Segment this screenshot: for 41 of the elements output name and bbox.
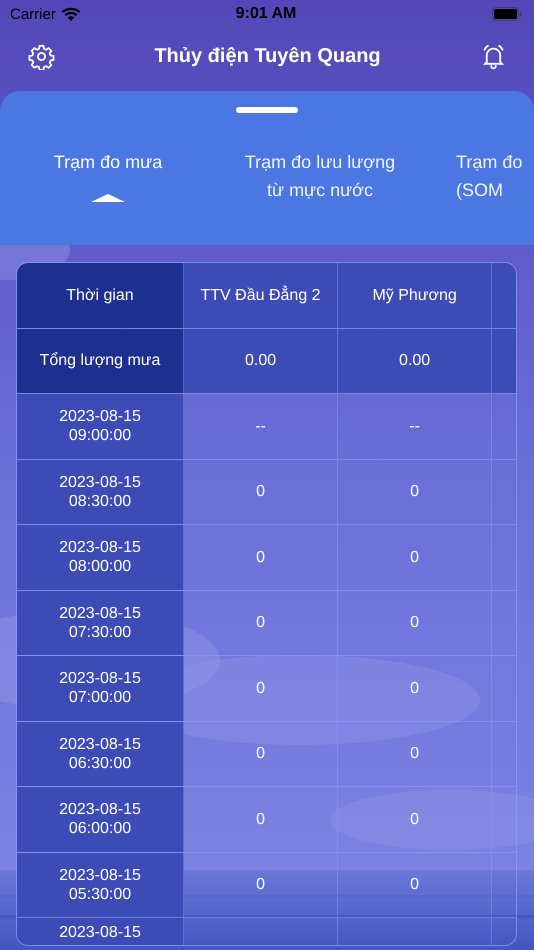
time-cell: 2023-08-15: [17, 918, 184, 945]
column-header: Mỹ Phương: [338, 263, 492, 328]
time-cell: 2023-08-15 06:30:00: [17, 722, 184, 786]
table-cell: 0: [338, 525, 492, 590]
table-cell: 0: [338, 656, 492, 720]
column-header: Thời gian: [17, 263, 184, 328]
table-cell: --: [184, 394, 338, 458]
time-cell: 2023-08-15 05:30:00: [17, 852, 184, 917]
status-time: 9:01 AM: [236, 5, 296, 23]
table-cell: 0: [338, 722, 492, 786]
wifi-icon: [60, 6, 81, 22]
table-cell: 0: [338, 787, 492, 852]
screen-title: Thủy điện Tuyên Quang: [154, 44, 381, 68]
carrier-name: Carrier: [10, 6, 56, 22]
table-cell: 0: [184, 722, 338, 786]
drag-handle[interactable]: [236, 107, 298, 113]
station-tab[interactable]: Trạm đo lưu lượng từ mực nước: [216, 148, 424, 212]
table-cell: 0: [184, 460, 338, 524]
table-cell: 0: [184, 525, 338, 590]
table-cell: 0: [184, 852, 338, 917]
time-cell: 2023-08-15 07:30:00: [17, 590, 184, 655]
settings-icon[interactable]: [28, 42, 55, 70]
station-tab[interactable]: Trạm đo mưa: [0, 148, 216, 212]
time-cell: 2023-08-15 08:00:00: [17, 525, 184, 590]
row-header: Tổng lượng mưa: [17, 328, 184, 393]
station-tab[interactable]: Trạm đo (SOM: [424, 148, 524, 212]
table-cell: 0: [338, 852, 492, 917]
time-cell: 2023-08-15 08:30:00: [17, 460, 184, 524]
table-cell: 0: [184, 656, 338, 720]
time-cell: 2023-08-15 06:00:00: [17, 787, 184, 852]
table-cell: 0: [338, 590, 492, 655]
battery-icon: [492, 7, 522, 21]
table-cell: 0: [338, 460, 492, 524]
table-cell: 0: [184, 787, 338, 852]
time-cell: 2023-08-15 09:00:00: [17, 394, 184, 458]
table-cell: --: [338, 394, 492, 458]
column-header: TTV Đầu Đẳng 2: [184, 263, 338, 328]
table-cell: 0: [184, 590, 338, 655]
table-cell: 0.00: [184, 328, 338, 393]
time-cell: 2023-08-15 07:00:00: [17, 656, 184, 720]
table-cell: 0.00: [338, 328, 492, 393]
